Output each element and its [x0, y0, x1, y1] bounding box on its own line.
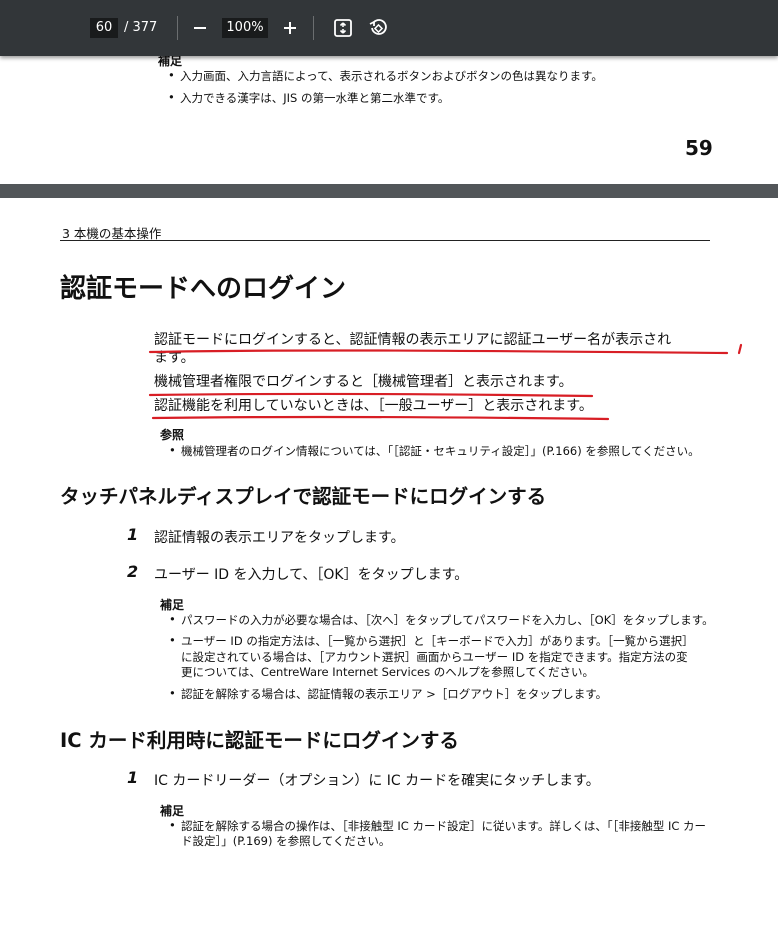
- step-text: 認証情報の表示エリアをタップします。: [154, 530, 405, 546]
- plus-icon: [284, 22, 296, 34]
- step-text: ユーザー ID を入力して、［OK］をタップします。: [154, 567, 469, 583]
- page-title: 認証モードへのログイン: [60, 274, 347, 304]
- rotate-icon: [369, 19, 387, 35]
- rotate-button[interactable]: [366, 16, 390, 40]
- note-heading: 補足: [160, 598, 185, 612]
- note-bullet: 入力できる漢字は、JIS の第一水準と第二水準です。: [168, 90, 449, 106]
- page-number: 59: [685, 136, 713, 160]
- note-bullet: ユーザー ID の指定方法は、［一覧から選択］と［キーボードで入力］があります。…: [169, 633, 694, 649]
- total-pages: / 377: [124, 20, 158, 35]
- header-rule: [60, 240, 710, 241]
- note-bullet-continuation: に設定されている場合は、［アカウント選択］画面からユーザー ID を指定できます…: [181, 650, 688, 664]
- step-number: 1: [127, 525, 139, 544]
- note-bullet-continuation: 更については、CentreWare Internet Services のヘルプ…: [181, 665, 595, 679]
- section-heading: タッチパネルディスプレイで認証モードにログインする: [60, 485, 547, 508]
- minus-icon[interactable]: [188, 16, 212, 40]
- note-bullet-continuation: ド設定］」(P.169) を参照してください。: [181, 834, 391, 848]
- page-number-input[interactable]: 60: [90, 18, 118, 38]
- step-text: IC カードリーダー（オプション）に IC カードを確実にタッチします。: [154, 773, 600, 789]
- intro-text: 認証機能を利用していないときは、［一般ユーザー］と表示されます。: [154, 398, 593, 414]
- toolbar-divider: [313, 16, 314, 40]
- minus-icon: [194, 27, 206, 29]
- note-heading: 補足: [160, 804, 185, 818]
- note-bullet: 入力画面、入力言語によって、表示されるボタンおよびボタンの色は異なります。: [168, 68, 603, 84]
- note-bullet: 認証を解除する場合の操作は、［非接触型 IC カード設定］に従います。詳しくは、…: [169, 818, 706, 834]
- intro-text: 認証モードにログインすると、認証情報の表示エリアに認証ユーザー名が表示され: [154, 332, 672, 348]
- plus-icon[interactable]: [278, 16, 302, 40]
- reference-heading: 参照: [160, 428, 185, 442]
- pdf-page-60: 3 本機の基本操作 認証モードへのログイン 認証モードにログインすると、認証情報…: [0, 198, 778, 943]
- note-bullet: パスワードの入力が必要な場合は、［次へ］をタップしてパスワードを入力し、［OK］…: [169, 612, 714, 628]
- pdf-toolbar: 60 / 377 100%: [0, 0, 778, 56]
- zoom-level-input[interactable]: 100%: [222, 18, 268, 38]
- section-heading: IC カード利用時に認証モードにログインする: [60, 729, 459, 752]
- intro-text: 機械管理者権限でログインすると［機械管理者］と表示されます。: [154, 374, 573, 390]
- note-bullet: 認証を解除する場合は、認証情報の表示エリア >［ログアウト］をタップします。: [169, 686, 607, 702]
- toolbar-divider: [177, 16, 178, 40]
- step-number: 2: [127, 562, 139, 581]
- step-number: 1: [127, 768, 139, 787]
- intro-text: ます。: [154, 350, 195, 366]
- fit-to-page-button[interactable]: [331, 16, 355, 40]
- fit-to-page-icon: [334, 19, 352, 37]
- reference-bullet[interactable]: 機械管理者のログイン情報については、「［認証・セキュリティ設定］」(P.166)…: [169, 443, 700, 459]
